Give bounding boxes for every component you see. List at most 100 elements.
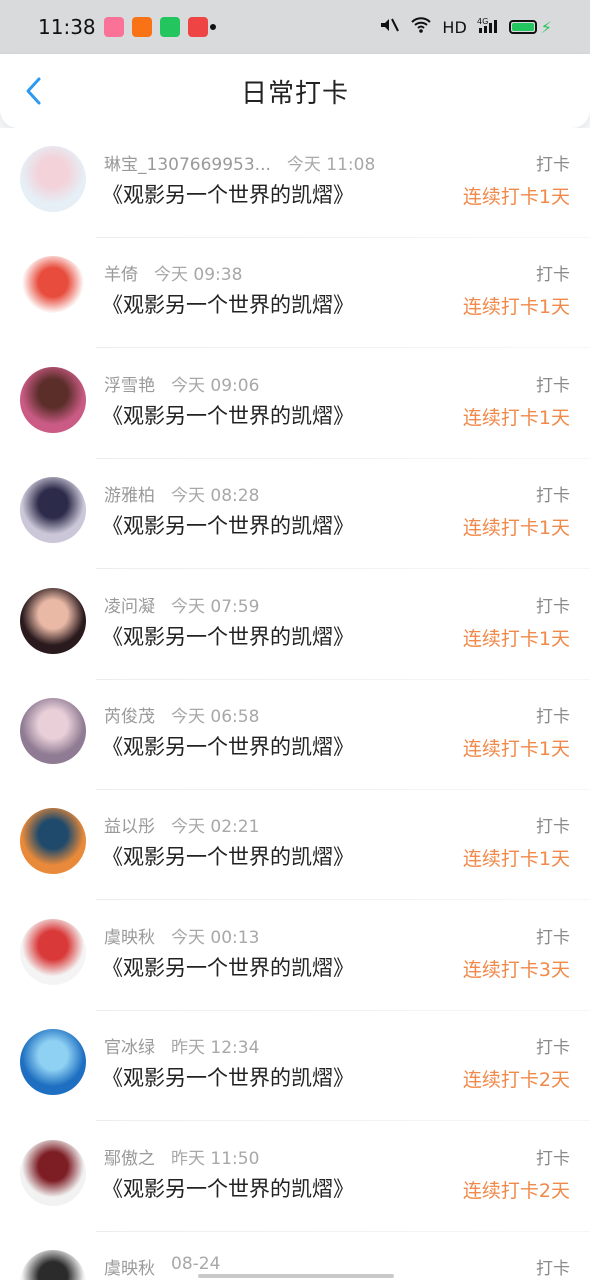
user-name[interactable]: 鄢傲之 bbox=[104, 1144, 155, 1169]
avatar[interactable] bbox=[20, 146, 86, 212]
avatar[interactable] bbox=[20, 1139, 86, 1206]
avatar[interactable] bbox=[20, 477, 86, 544]
checkin-list[interactable]: 琳宝_1307669953... 今天 11:08 《观影另一个世界的凯熠》 打卡 连续… bbox=[0, 128, 590, 1280]
book-title[interactable]: 《观影另一个世界的凯熠》 bbox=[102, 952, 354, 982]
list-item[interactable]: 官冰绿 昨天 12:34 《观影另一个世界的凯熠》 打卡 连续打卡2天 bbox=[0, 1011, 590, 1122]
user-meta: 官冰绿 昨天 12:34 bbox=[104, 1033, 259, 1058]
wifi-icon bbox=[410, 16, 432, 38]
checkin-time: 今天 09:38 bbox=[154, 265, 243, 286]
user-name[interactable]: 虞映秋 bbox=[104, 1254, 155, 1279]
avatar[interactable] bbox=[20, 1250, 86, 1280]
book-title[interactable]: 《观影另一个世界的凯熠》 bbox=[102, 731, 354, 761]
user-name[interactable]: 游雅柏 bbox=[104, 481, 155, 506]
user-meta: 游雅柏 今天 08:28 bbox=[104, 481, 259, 506]
list-item[interactable]: 浮雪艳 今天 09:06 《观影另一个世界的凯熠》 打卡连续打卡1天 bbox=[0, 349, 590, 459]
list-item[interactable]: 琳宝_1307669953... 今天 11:08 《观影另一个世界的凯熠》 打卡连续… bbox=[0, 128, 590, 238]
checkin-label: 打卡 bbox=[536, 817, 570, 838]
checkin-time: 今天 09:06 bbox=[171, 375, 260, 396]
checkin-label: 打卡 bbox=[536, 265, 570, 286]
user-name[interactable]: 虞映秋 bbox=[104, 923, 155, 948]
checkin-time: 今天 02:21 bbox=[171, 817, 260, 838]
user-meta: 琳宝_1307669953... 今天 11:08 bbox=[104, 150, 375, 175]
checkin-label: 打卡 bbox=[536, 375, 570, 396]
signal-icon: 4G bbox=[477, 16, 499, 38]
checkin-label: 打卡 bbox=[536, 1259, 570, 1279]
page-title: 日常打卡 bbox=[240, 78, 349, 109]
list-item[interactable]: 鄢傲之 昨天 11:50 《观影另一个世界的凯熠》 打卡 连续打卡2天 bbox=[0, 1122, 590, 1232]
avatar[interactable] bbox=[20, 256, 86, 323]
checkin-time: 昨天 12:34 bbox=[171, 1038, 260, 1059]
list-item[interactable]: 虞映秋 今天 00:13 《观影另一个世界的凯熠》 打卡连续打卡3天 bbox=[0, 901, 590, 1011]
list-item[interactable]: 芮俊茂 今天 06:58 《观影另一个世界的凯熠》 打卡 连续打卡1天 bbox=[0, 680, 590, 790]
toutiao-icon bbox=[188, 17, 208, 37]
book-title[interactable]: 《观影另一个世界的凯熠》 bbox=[102, 289, 354, 319]
status-right: HD 4G ⚡ bbox=[378, 16, 552, 38]
avatar[interactable] bbox=[20, 808, 86, 875]
user-name[interactable]: 羊倚 bbox=[104, 260, 138, 285]
avatar[interactable] bbox=[20, 918, 86, 985]
user-meta: 芮俊茂 今天 06:58 bbox=[104, 702, 259, 727]
streak-label: 连续打卡1天 bbox=[462, 296, 570, 319]
streak-label: 连续打卡1天 bbox=[462, 738, 570, 760]
checkin-time: 今天 08:28 bbox=[171, 486, 260, 507]
user-meta: 凌问凝 今天 07:59 bbox=[104, 592, 259, 617]
notification-icons bbox=[104, 17, 208, 37]
checkin-label: 打卡 bbox=[536, 486, 570, 507]
streak-label: 连续打卡2天 bbox=[462, 1179, 570, 1202]
streak-label: 连续打卡1天 bbox=[462, 186, 570, 208]
user-name[interactable]: 琳宝_1307669953... bbox=[104, 150, 271, 175]
top-header: 日常打卡 bbox=[0, 54, 590, 128]
more-notifications-dot bbox=[210, 24, 216, 30]
avatar[interactable] bbox=[20, 698, 86, 764]
user-name[interactable]: 芮俊茂 bbox=[104, 702, 155, 727]
book-title[interactable]: 《观影另一个世界的凯熠》 bbox=[102, 841, 354, 871]
checkin-time: 今天 06:58 bbox=[171, 707, 260, 727]
checkin-label: 打卡 bbox=[536, 927, 570, 948]
chevron-left-icon bbox=[26, 77, 41, 105]
book-title[interactable]: 《观影另一个世界的凯熠》 bbox=[102, 1173, 354, 1203]
checkin-time: 昨天 11:50 bbox=[171, 1148, 260, 1169]
checkin-time: 今天 07:59 bbox=[171, 596, 260, 617]
home-indicator[interactable] bbox=[198, 1274, 394, 1278]
book-title[interactable]: 《观影另一个世界的凯熠》 bbox=[102, 510, 354, 540]
book-title[interactable]: 《观影另一个世界的凯熠》 bbox=[102, 621, 354, 651]
checkin-label: 打卡 bbox=[536, 596, 570, 617]
checkin-time: 今天 00:13 bbox=[171, 927, 260, 948]
user-meta: 虞映秋 今天 00:13 bbox=[104, 923, 259, 948]
user-meta: 益以彤 今天 02:21 bbox=[104, 812, 259, 837]
network-label: HD bbox=[442, 17, 467, 37]
user-name[interactable]: 官冰绿 bbox=[104, 1033, 155, 1058]
list-item[interactable]: 虞映秋08-24《观影另一个世界的凯熠》打卡连续打卡1天 bbox=[0, 1232, 590, 1280]
streak-label: 连续打卡1天 bbox=[462, 848, 570, 871]
user-meta: 鄢傲之 昨天 11:50 bbox=[104, 1144, 259, 1169]
mute-icon bbox=[378, 16, 400, 38]
user-name[interactable]: 益以彤 bbox=[104, 812, 155, 837]
bilibili-icon bbox=[104, 17, 124, 37]
wechat-icon bbox=[160, 17, 180, 37]
streak-label: 连续打卡1天 bbox=[462, 406, 570, 429]
charging-icon: ⚡ bbox=[540, 17, 552, 37]
list-item[interactable]: 凌问凝 今天 07:59 《观影另一个世界的凯熠》 打卡连续打卡1天 bbox=[0, 570, 590, 680]
avatar[interactable] bbox=[20, 587, 86, 654]
status-time: 11:38 bbox=[38, 15, 96, 39]
signal-label: 4G bbox=[477, 17, 488, 26]
book-title[interactable]: 《观影另一个世界的凯熠》 bbox=[102, 400, 354, 430]
list-item[interactable]: 羊倚 今天 09:38 《观影另一个世界的凯熠》 打卡连续打卡1天 bbox=[0, 238, 590, 349]
streak-label: 连续打卡1天 bbox=[462, 627, 570, 650]
user-meta: 羊倚 今天 09:38 bbox=[104, 260, 242, 285]
user-name[interactable]: 凌问凝 bbox=[104, 592, 155, 617]
list-item[interactable]: 益以彤 今天 02:21 《观影另一个世界的凯熠》 打卡连续打卡1天 bbox=[0, 790, 590, 901]
checkin-label: 打卡 bbox=[536, 155, 570, 175]
list-item[interactable]: 游雅柏 今天 08:28 《观影另一个世界的凯熠》 打卡 连续打卡1天 bbox=[0, 459, 590, 570]
book-title[interactable]: 《观影另一个世界的凯熠》 bbox=[102, 179, 354, 209]
checkin-time: 今天 11:08 bbox=[286, 155, 376, 175]
back-button[interactable] bbox=[20, 76, 46, 106]
checkin-label: 打卡 bbox=[536, 1038, 570, 1059]
status-bar: 11:38 HD 4G ⚡ bbox=[0, 0, 590, 54]
user-meta: 浮雪艳 今天 09:06 bbox=[104, 371, 259, 396]
avatar[interactable] bbox=[20, 1029, 86, 1096]
book-title[interactable]: 《观影另一个世界的凯熠》 bbox=[102, 1062, 354, 1092]
user-name[interactable]: 浮雪艳 bbox=[104, 371, 155, 396]
streak-label: 连续打卡3天 bbox=[462, 958, 570, 981]
avatar[interactable] bbox=[20, 366, 86, 433]
